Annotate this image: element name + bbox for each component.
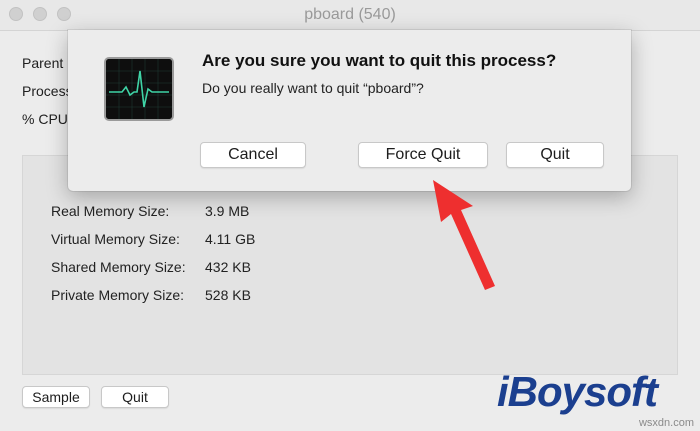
site-watermark: wsxdn.com xyxy=(638,417,694,429)
private-memory-label: Private Memory Size: xyxy=(51,287,185,303)
real-memory-label: Real Memory Size: xyxy=(51,203,170,219)
sample-button[interactable]: Sample xyxy=(22,386,90,408)
dialog-title: Are you sure you want to quit this proce… xyxy=(202,51,557,70)
activity-monitor-icon xyxy=(104,57,174,121)
cancel-button[interactable]: Cancel xyxy=(200,142,306,168)
process-label: Process xyxy=(22,83,73,99)
force-quit-button[interactable]: Force Quit xyxy=(358,142,488,168)
quit-process-button[interactable]: Quit xyxy=(101,386,169,408)
dialog-message: Do you really want to quit “pboard”? xyxy=(202,80,424,96)
quit-confirmation-dialog: Are you sure you want to quit this proce… xyxy=(68,30,631,191)
quit-button[interactable]: Quit xyxy=(506,142,604,168)
iboysoft-logo: iBoysoft xyxy=(497,368,658,415)
real-memory-value: 3.9 MB xyxy=(205,203,250,219)
private-memory-value: 528 KB xyxy=(205,287,251,303)
red-arrow-icon xyxy=(433,180,495,290)
window-title: pboard (540) xyxy=(304,6,396,23)
shared-memory-value: 432 KB xyxy=(205,259,251,275)
window-titlebar: pboard (540) xyxy=(0,0,700,31)
shared-memory-label: Shared Memory Size: xyxy=(51,259,186,275)
virtual-memory-value: 4.11 GB xyxy=(205,231,256,247)
cpu-label: % CPU: xyxy=(22,111,72,127)
virtual-memory-label: Virtual Memory Size: xyxy=(51,231,180,247)
parent-label: Parent xyxy=(22,55,64,71)
